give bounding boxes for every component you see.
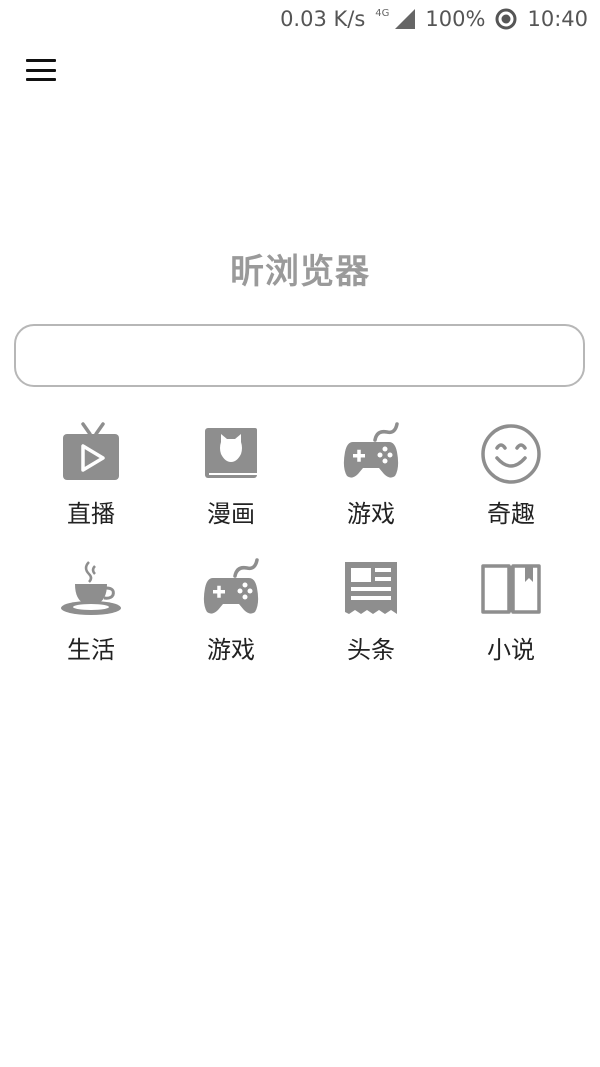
coffee-cup-icon [59, 554, 123, 620]
category-label: 奇趣 [487, 500, 535, 528]
search-input[interactable] [16, 326, 583, 385]
category-label: 头条 [347, 636, 395, 664]
smiley-icon [479, 418, 543, 484]
menu-icon-bar [26, 78, 56, 81]
sync-circle-icon [495, 8, 517, 30]
category-fun[interactable]: 奇趣 [441, 418, 581, 554]
category-label: 漫画 [207, 500, 255, 528]
menu-icon-bar [26, 68, 56, 72]
menu-button[interactable] [26, 57, 56, 83]
newspaper-icon [339, 554, 403, 620]
screen: 0.03 K/s 4G 100% 10:40 昕浏览器 直播 漫画 游戏 奇趣 … [0, 0, 600, 1067]
app-title: 昕浏览器 [230, 252, 370, 292]
menu-icon-bar [26, 59, 56, 62]
cat-book-icon [199, 418, 263, 484]
category-label: 生活 [67, 636, 115, 664]
search-box[interactable] [14, 324, 585, 387]
status-bar: 0.03 K/s 4G 100% 10:40 [0, 0, 600, 38]
battery-level: 100% [425, 7, 486, 31]
category-label: 游戏 [207, 636, 255, 664]
gamepad-icon [339, 418, 403, 484]
category-games[interactable]: 游戏 [301, 418, 441, 554]
clock: 10:40 [527, 7, 588, 31]
net-type-label: 4G [375, 7, 390, 19]
category-novels[interactable]: 小说 [441, 554, 581, 690]
gamepad-icon [199, 554, 263, 620]
category-live[interactable]: 直播 [21, 418, 161, 554]
category-label: 小说 [487, 636, 535, 664]
category-label: 直播 [67, 500, 115, 528]
net-speed: 0.03 K/s [280, 7, 366, 31]
category-headlines[interactable]: 头条 [301, 554, 441, 690]
category-grid: 直播 漫画 游戏 奇趣 生活 游戏 头条 小说 [21, 418, 581, 690]
signal-icon [395, 9, 416, 29]
tv-play-icon [59, 418, 123, 484]
category-comics[interactable]: 漫画 [161, 418, 301, 554]
category-games-2[interactable]: 游戏 [161, 554, 301, 690]
open-book-icon [479, 554, 543, 620]
category-life[interactable]: 生活 [21, 554, 161, 690]
category-label: 游戏 [347, 500, 395, 528]
